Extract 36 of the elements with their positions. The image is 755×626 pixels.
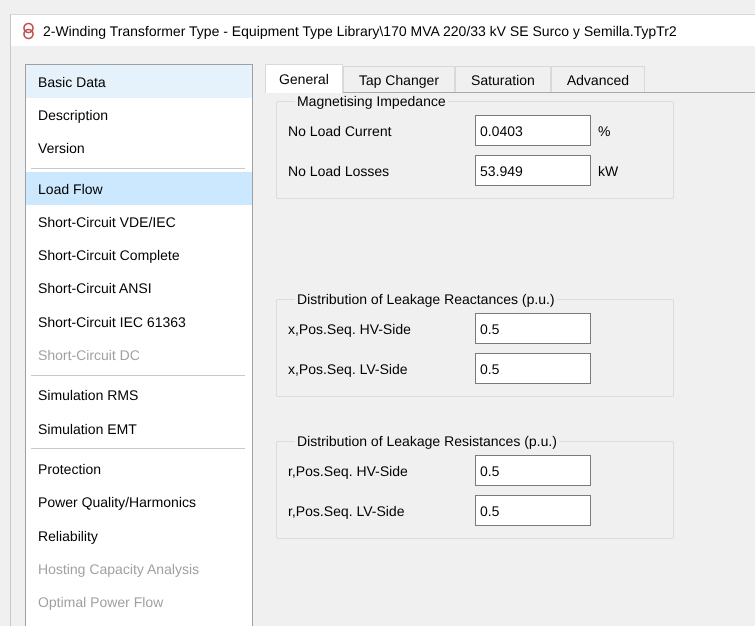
unit-label: kW <box>598 162 618 178</box>
input-field[interactable]: 0.5 <box>475 495 591 526</box>
input-field[interactable]: 0.5 <box>475 353 591 384</box>
sidebar-item[interactable]: Short-Circuit IEC 61363 <box>26 305 252 338</box>
field-label: r,Pos.Seq. LV-Side <box>288 502 406 518</box>
transformer-icon <box>22 22 35 40</box>
group-title: Magnetising Impedance <box>296 93 447 109</box>
tab[interactable]: Saturation <box>454 66 551 92</box>
sidebar-item[interactable]: Short-Circuit Complete <box>26 238 252 272</box>
sidebar-item[interactable]: Protection <box>26 452 252 486</box>
field-label: r,Pos.Seq. HV-Side <box>288 462 409 478</box>
sidebar-item[interactable]: Short-Circuit VDE/IEC <box>26 205 252 238</box>
tab[interactable]: General <box>265 64 343 93</box>
input-field[interactable]: 0.5 <box>475 455 591 486</box>
window-title: 2-Winding Transformer Type - Equipment Type Library\170 MVA 220/33 kV SE Surco y Semilla.TypTr2 <box>43 22 677 38</box>
input-field[interactable]: 0.0403 <box>475 115 591 146</box>
tab[interactable]: Tap Changer <box>342 66 455 92</box>
sidebar-item[interactable]: Simulation EMT <box>26 412 252 446</box>
sidebar-item[interactable]: Description <box>26 98 252 132</box>
sidebar-item[interactable]: Short-Circuit ANSI <box>26 272 252 306</box>
sidebar-item[interactable]: Simulation RMS <box>26 378 252 412</box>
tab[interactable]: Advanced <box>550 66 646 92</box>
sidebar-item[interactable]: Reliability <box>26 518 252 552</box>
group-title: Distribution of Leakage Resistances (p.u.) <box>296 433 558 449</box>
sidebar-item[interactable]: Basic Data <box>26 65 252 98</box>
field-label: x,Pos.Seq. HV-Side <box>288 320 412 336</box>
field-label: No Load Losses <box>288 162 390 178</box>
sidebar-item[interactable]: Load Flow <box>26 172 252 206</box>
input-field[interactable]: 0.5 <box>475 313 591 344</box>
unit-label: % <box>598 122 610 138</box>
sidebar-item[interactable]: Power Quality/Harmonics <box>26 486 252 519</box>
group-title: Distribution of Leakage Reactances (p.u.) <box>296 291 556 307</box>
field-label: No Load Current <box>288 122 393 138</box>
input-field[interactable]: 53.949 <box>475 155 591 186</box>
sidebar-item[interactable]: Version <box>26 132 252 165</box>
field-label: x,Pos.Seq. LV-Side <box>288 360 409 376</box>
